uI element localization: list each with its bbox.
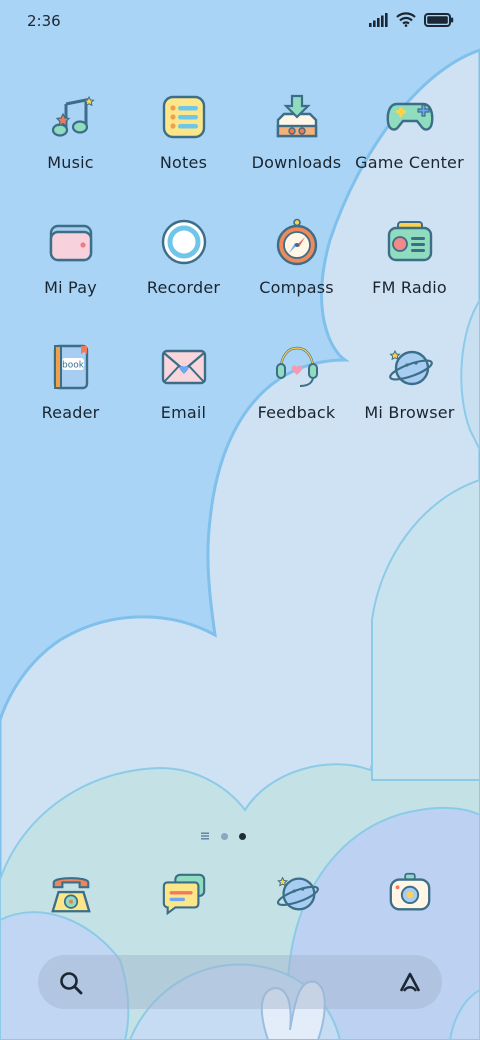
app-grid: Music Notes Downloads Game Center Mi Pay… xyxy=(14,90,466,465)
app-email[interactable]: Email xyxy=(127,340,240,465)
camera-icon xyxy=(383,866,437,920)
app-label: Notes xyxy=(159,153,208,172)
dock xyxy=(14,866,466,926)
music-icon xyxy=(44,90,98,144)
recorder-icon xyxy=(157,215,211,269)
app-game-center[interactable]: Game Center xyxy=(353,90,466,215)
app-label: Feedback xyxy=(257,403,336,422)
messages-icon xyxy=(157,866,211,920)
search-bar[interactable] xyxy=(38,955,442,1009)
wifi-icon xyxy=(396,12,416,27)
overview-icon[interactable] xyxy=(200,831,210,841)
app-feedback[interactable]: Feedback xyxy=(240,340,353,465)
app-mi-browser[interactable]: Mi Browser xyxy=(353,340,466,465)
app-label: Downloads xyxy=(251,153,342,172)
radio-icon xyxy=(383,215,437,269)
status-time: 2:36 xyxy=(27,12,61,30)
headset-icon xyxy=(270,340,324,394)
phone-icon xyxy=(44,866,98,920)
notes-icon xyxy=(157,90,211,144)
app-label: Recorder xyxy=(146,278,221,297)
signal-icon xyxy=(369,12,388,27)
compass-icon xyxy=(270,215,324,269)
app-fm-radio[interactable]: FM Radio xyxy=(353,215,466,340)
book-icon: book xyxy=(44,340,98,394)
app-label: Mi Pay xyxy=(44,278,97,297)
page-dot-active[interactable] xyxy=(239,832,246,840)
dock-camera[interactable] xyxy=(353,866,466,926)
app-label: Compass xyxy=(259,278,334,297)
status-bar: 2:36 xyxy=(0,0,480,44)
status-icons xyxy=(368,12,454,27)
downloads-icon xyxy=(270,90,324,144)
gamepad-icon xyxy=(383,90,437,144)
app-label: Email xyxy=(160,403,207,422)
app-reader[interactable]: book Reader xyxy=(14,340,127,465)
app-music[interactable]: Music xyxy=(14,90,127,215)
search-icon[interactable] xyxy=(58,970,84,996)
page-dot[interactable] xyxy=(221,832,228,840)
book-icon-label: book xyxy=(62,361,85,371)
app-mi-pay[interactable]: Mi Pay xyxy=(14,215,127,340)
dock-browser[interactable] xyxy=(240,866,353,926)
planet-icon xyxy=(383,340,437,394)
browser-icon xyxy=(270,866,324,920)
app-notes[interactable]: Notes xyxy=(127,90,240,215)
app-label: Reader xyxy=(41,403,100,422)
assistant-icon[interactable] xyxy=(396,969,424,995)
battery-icon xyxy=(424,12,454,27)
app-label: Game Center xyxy=(355,153,464,172)
page-indicator[interactable] xyxy=(200,829,248,843)
app-label: FM Radio xyxy=(372,278,447,297)
app-recorder[interactable]: Recorder xyxy=(127,215,240,340)
app-label: Music xyxy=(47,153,94,172)
dock-messages[interactable] xyxy=(127,866,240,926)
wallet-icon xyxy=(44,215,98,269)
app-compass[interactable]: Compass xyxy=(240,215,353,340)
app-downloads[interactable]: Downloads xyxy=(240,90,353,215)
dock-phone[interactable] xyxy=(14,866,127,926)
envelope-icon xyxy=(157,340,211,394)
app-label: Mi Browser xyxy=(364,403,455,422)
